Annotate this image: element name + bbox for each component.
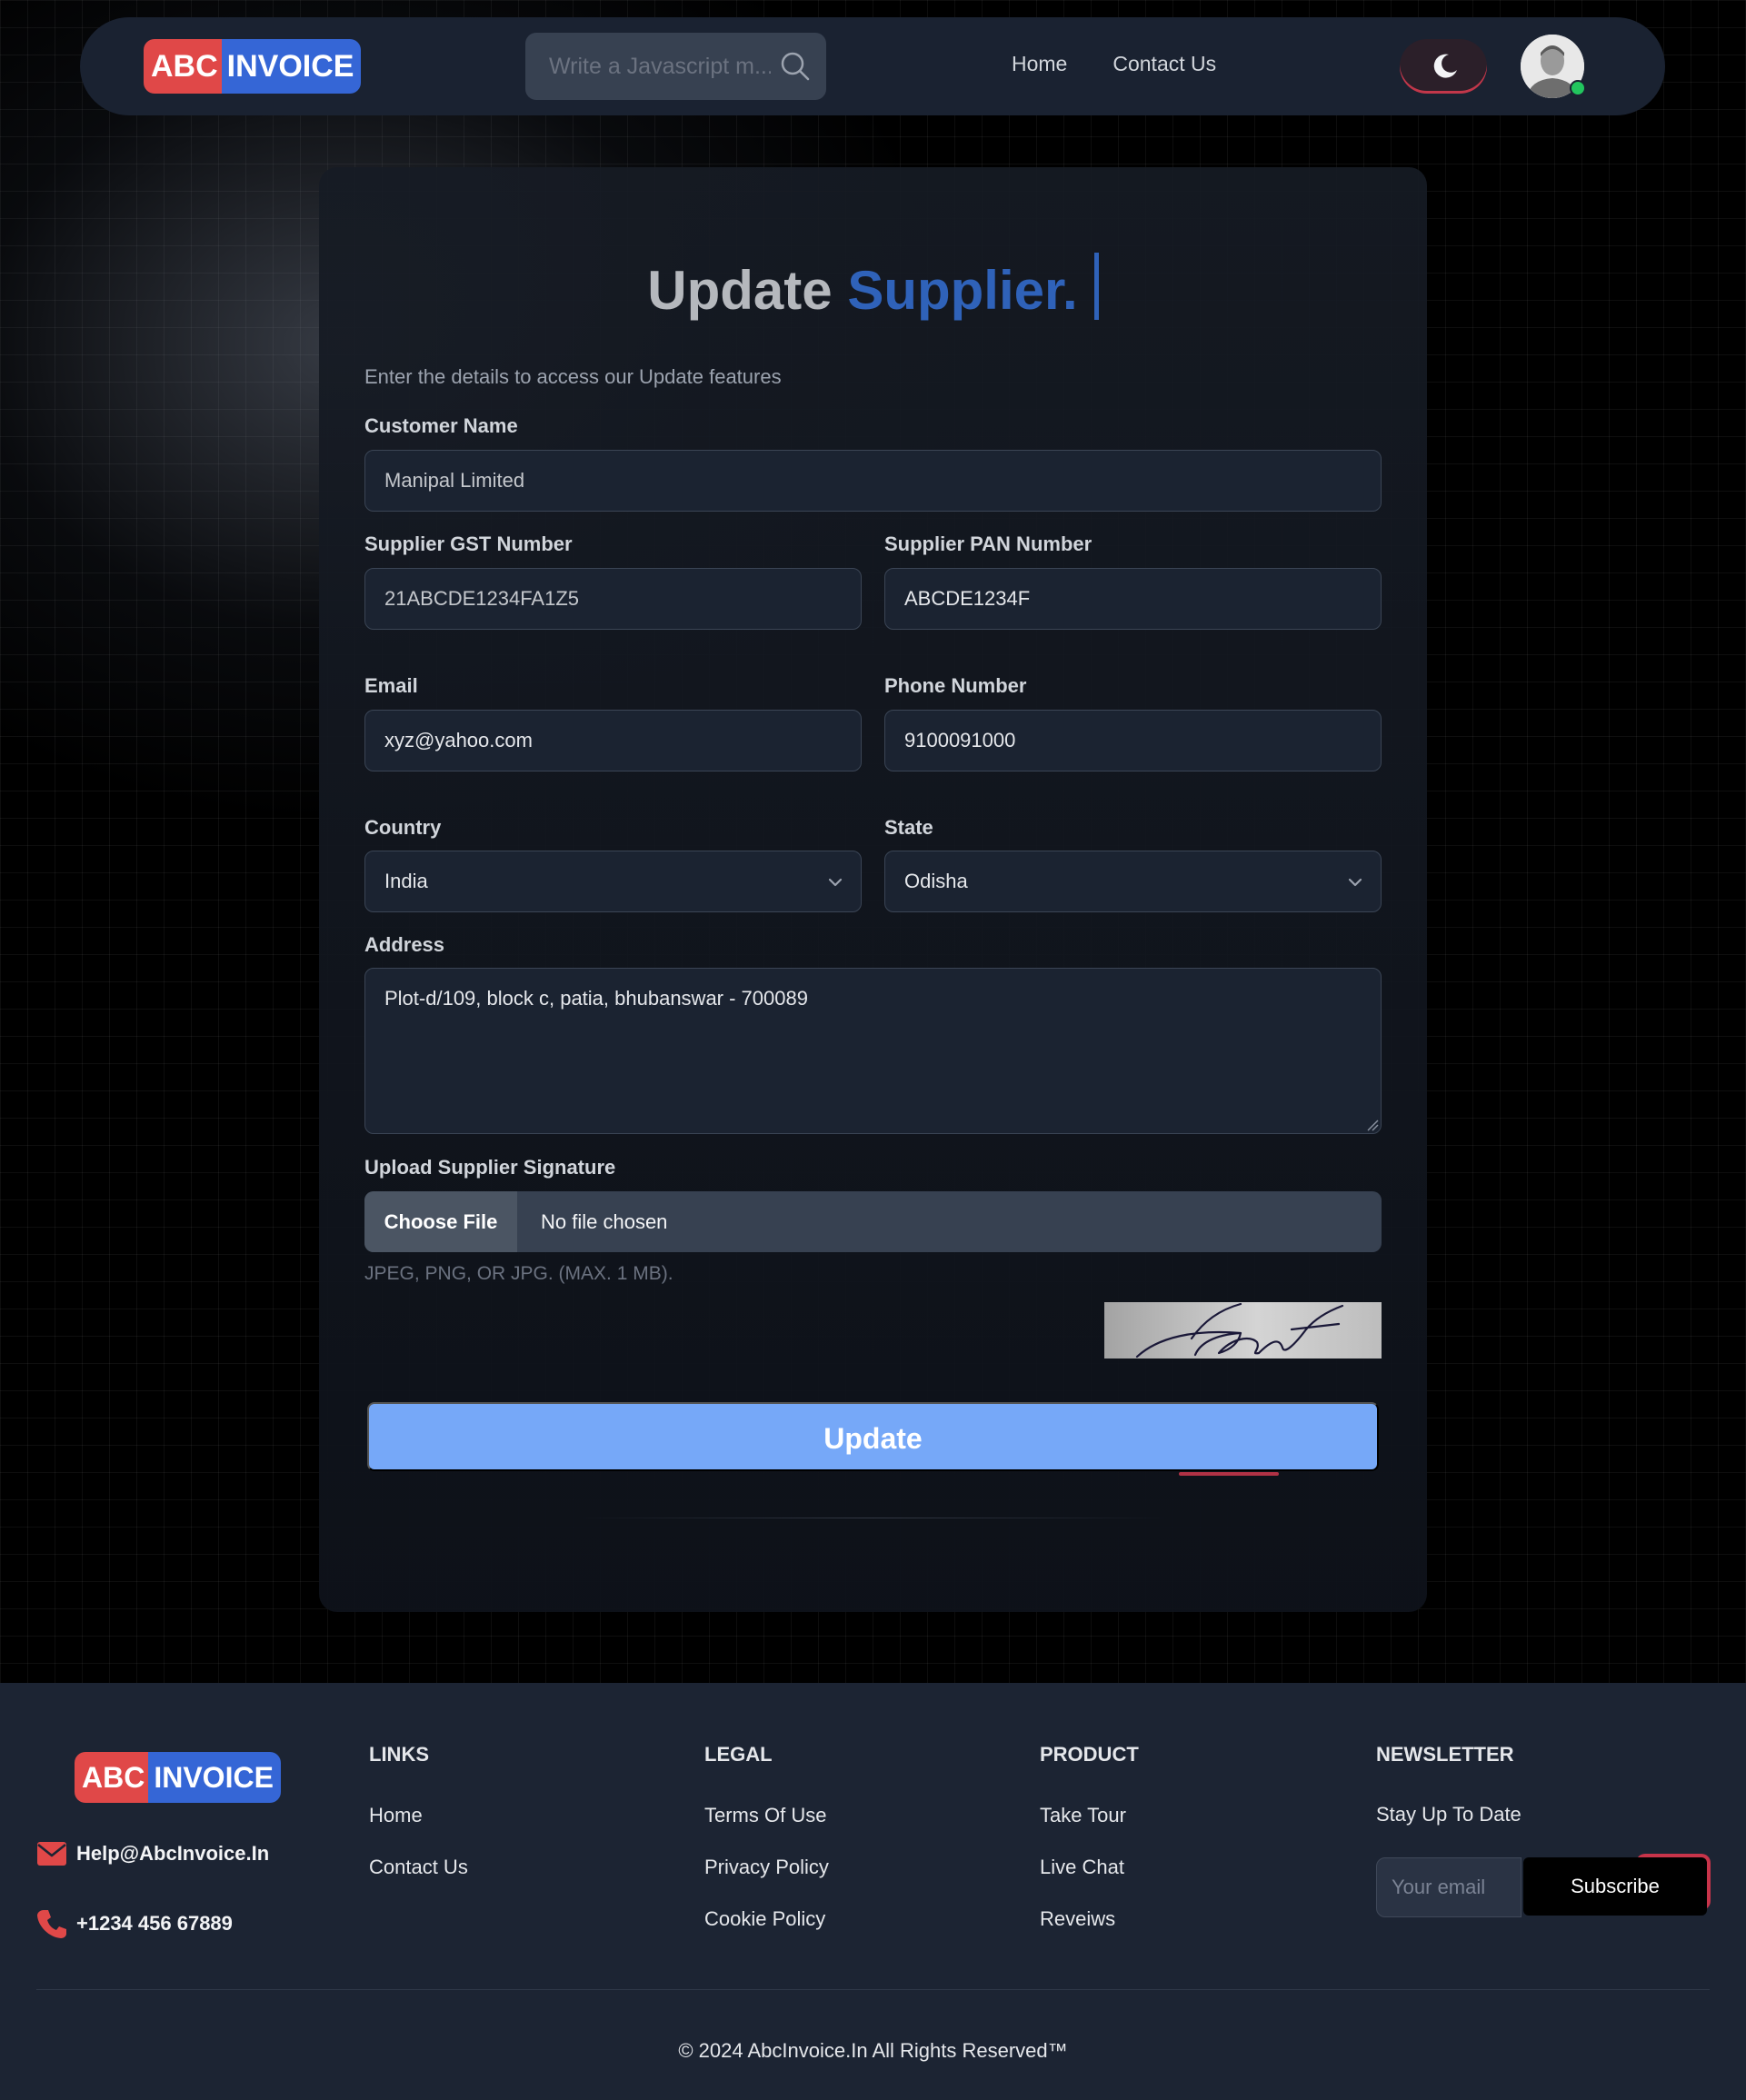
customer-name-label: Customer Name (364, 414, 518, 437)
signature-label: Upload Supplier Signature (364, 1156, 616, 1179)
country-label: Country (364, 816, 442, 839)
customer-name-input[interactable] (364, 450, 1382, 512)
pan-number-input[interactable] (884, 568, 1382, 630)
address-label: Address (364, 933, 445, 956)
footer-divider (36, 1989, 1710, 1990)
footer-product-column: PRODUCT Take Tour Live Chat Reveiws (1040, 1743, 1139, 1958)
phone-input[interactable] (884, 710, 1382, 771)
logo-invoice: INVOICE (221, 39, 362, 94)
choose-file-button[interactable]: Choose File (364, 1191, 517, 1252)
footer-phone[interactable]: +1234 456 67889 (36, 1908, 233, 1939)
navbar: ABC INVOICE Home Contact Us (80, 17, 1665, 115)
logo-invoice: INVOICE (148, 1752, 281, 1803)
terms-link[interactable]: Terms Of Use (704, 1803, 829, 1827)
nav-contact-link[interactable]: Contact Us (1112, 52, 1216, 76)
country-select[interactable]: India (364, 851, 862, 912)
button-accent (1179, 1472, 1279, 1476)
footer-phone-text: +1234 456 67889 (76, 1912, 233, 1935)
file-hint: JPEG, PNG, OR JPG. (MAX. 1 MB). (364, 1263, 673, 1284)
footer-contact-link[interactable]: Contact Us (369, 1855, 468, 1879)
footer-email-text: Help@AbcInvoice.In (76, 1842, 270, 1865)
country-value: India (384, 870, 428, 892)
email-input[interactable] (364, 710, 862, 771)
email-label: Email (364, 674, 418, 697)
gst-number-label: Supplier GST Number (364, 532, 573, 555)
search-box (525, 33, 826, 100)
brand-logo[interactable]: ABC INVOICE (144, 39, 362, 94)
online-status-dot (1570, 80, 1586, 96)
signature-preview (1104, 1302, 1382, 1359)
take-tour-link[interactable]: Take Tour (1040, 1803, 1139, 1827)
search-input[interactable] (525, 33, 771, 100)
privacy-link[interactable]: Privacy Policy (704, 1855, 829, 1879)
subscribe-button[interactable]: Subscribe (1523, 1857, 1707, 1916)
newsletter-email-input[interactable] (1376, 1857, 1522, 1917)
product-heading: PRODUCT (1040, 1743, 1139, 1766)
state-label: State (884, 816, 933, 839)
cookie-link[interactable]: Cookie Policy (704, 1906, 829, 1931)
title-update: Update (647, 260, 833, 321)
legal-heading: LEGAL (704, 1743, 773, 1766)
footer-links-column: LINKS Home Contact Us (369, 1743, 468, 1906)
footer-home-link[interactable]: Home (369, 1803, 468, 1827)
nav-links: Home Contact Us (1012, 52, 1216, 76)
footer: ABC INVOICE Help@AbcInvoice.In +1234 456… (0, 1683, 1746, 2100)
nav-home-link[interactable]: Home (1012, 52, 1067, 76)
live-chat-link[interactable]: Live Chat (1040, 1855, 1139, 1879)
typing-caret (1093, 253, 1099, 320)
mail-icon (37, 1842, 66, 1866)
state-select[interactable]: Odisha (884, 851, 1382, 912)
theme-toggle-button[interactable] (1400, 39, 1487, 94)
footer-email[interactable]: Help@AbcInvoice.In (36, 1841, 269, 1866)
signature-image (1135, 1302, 1344, 1359)
title-supplier: Supplier. (847, 260, 1078, 321)
chevron-down-icon (1348, 878, 1362, 887)
reviews-link[interactable]: Reveiws (1040, 1906, 1139, 1931)
copyright-text: © 2024 AbcInvoice.In All Rights Reserved… (678, 2039, 1068, 2062)
chevron-down-icon (828, 878, 843, 887)
form-subtitle: Enter the details to access our Update f… (364, 365, 782, 388)
user-avatar[interactable] (1521, 35, 1586, 98)
address-textarea[interactable]: Plot-d/109, block c, patia, bhubanswar -… (364, 968, 1382, 1134)
links-heading: LINKS (369, 1743, 429, 1766)
signature-file-input[interactable]: Choose File No file chosen (364, 1191, 1382, 1252)
page-title: Update Supplier. (319, 253, 1427, 322)
footer-newsletter-column: NEWSLETTER Stay Up To Date (1376, 1743, 1522, 1826)
gst-number-input[interactable] (364, 568, 862, 630)
newsletter-heading: NEWSLETTER (1376, 1743, 1514, 1766)
logo-abc: ABC (144, 39, 222, 94)
phone-label: Phone Number (884, 674, 1027, 697)
pan-number-label: Supplier PAN Number (884, 532, 1092, 555)
footer-legal-column: LEGAL Terms Of Use Privacy Policy Cookie… (704, 1743, 829, 1958)
moon-icon (1433, 54, 1457, 78)
resize-grip-icon[interactable] (1366, 1119, 1379, 1131)
state-value: Odisha (904, 870, 968, 892)
update-button[interactable]: Update (367, 1402, 1379, 1471)
logo-abc: ABC (75, 1752, 149, 1803)
newsletter-text: Stay Up To Date (1376, 1803, 1522, 1826)
search-icon[interactable] (779, 50, 812, 87)
phone-icon (37, 1910, 66, 1938)
file-status: No file chosen (541, 1209, 668, 1233)
footer-brand-logo[interactable]: ABC INVOICE (75, 1752, 281, 1803)
update-supplier-card: Update Supplier. Enter the details to ac… (319, 167, 1427, 1612)
